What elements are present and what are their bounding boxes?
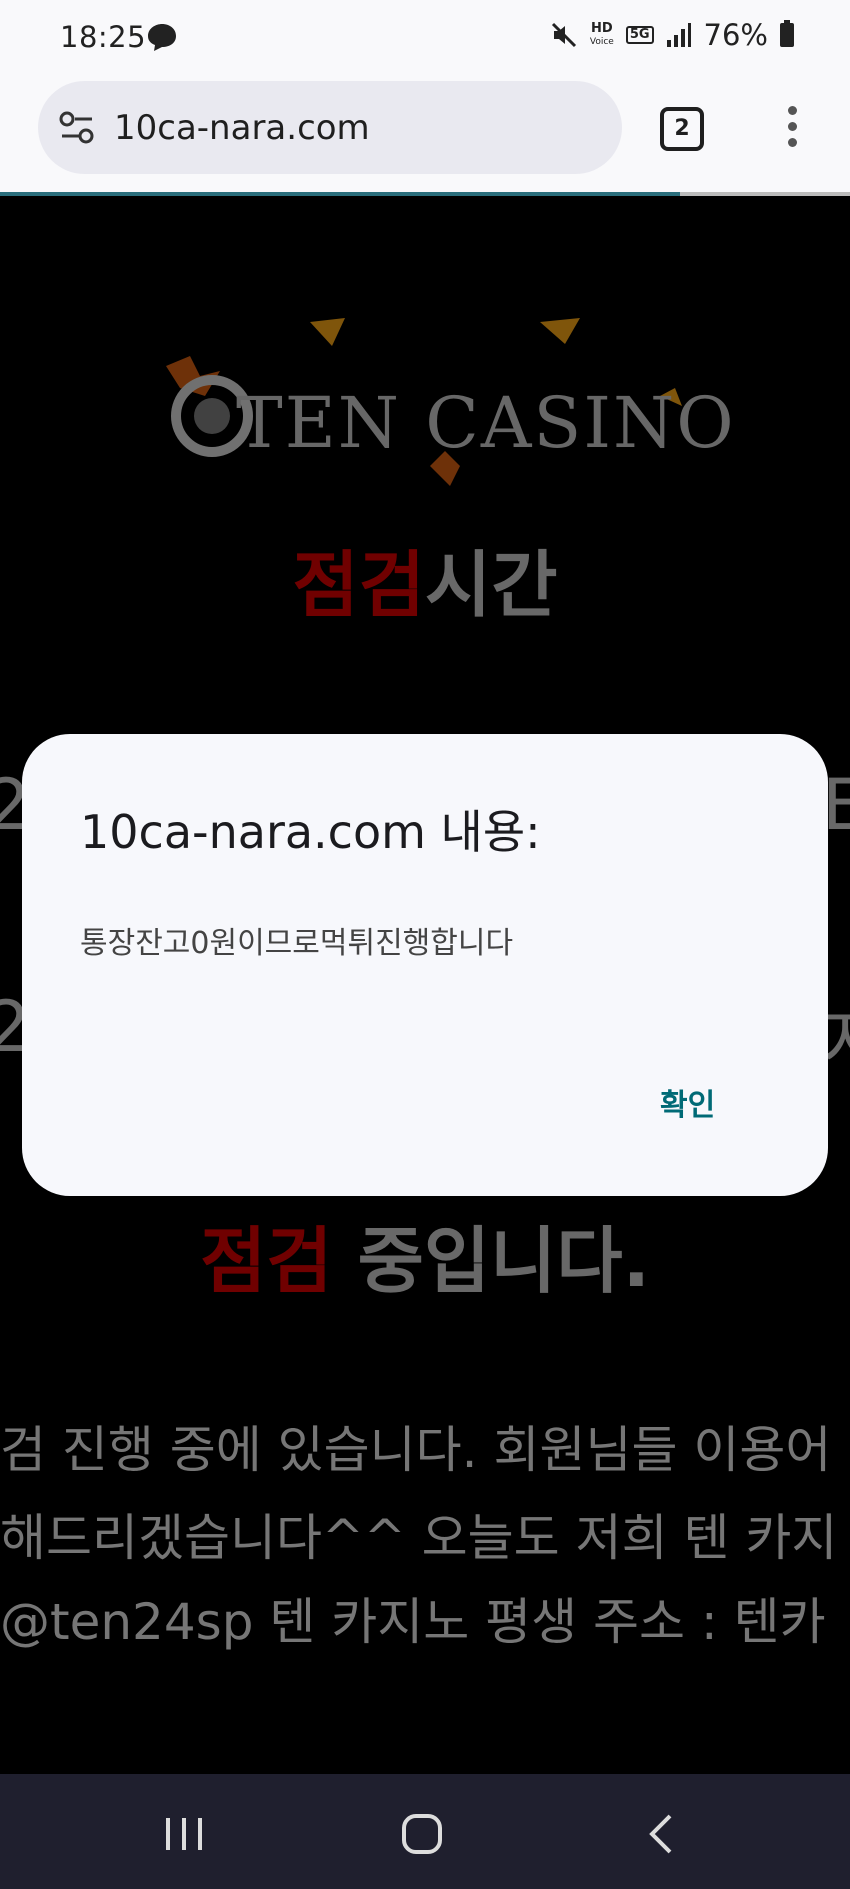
back-icon[interactable]: [632, 1804, 692, 1864]
status-bar: 18:25 HD Voice 5G 76%: [0, 0, 850, 76]
5g-icon: 5G: [625, 26, 654, 44]
battery-icon: [780, 20, 794, 47]
tab-switcher-button[interactable]: 2: [660, 107, 704, 151]
recent-apps-icon[interactable]: [154, 1804, 214, 1864]
hd-voice-icon: HD Voice: [589, 20, 614, 48]
status-icons: HD Voice 5G 76%: [550, 18, 794, 52]
voice-label: Voice: [589, 36, 614, 47]
signal-icon: [666, 23, 691, 47]
ok-button[interactable]: 확인: [644, 1072, 731, 1132]
battery-percent: 76%: [703, 18, 768, 52]
dialog-title: 10ca-nara.com 내용:: [80, 805, 541, 859]
navigation-bar: [0, 1774, 850, 1889]
mute-icon: [551, 22, 576, 48]
site-settings-icon[interactable]: [58, 109, 96, 147]
dot-icon: [788, 106, 797, 115]
alert-dialog: 10ca-nara.com 내용: 통장잔고0원이므로먹튀진행합니다 확인: [22, 734, 828, 1196]
address-bar[interactable]: 10ca-nara.com: [38, 81, 622, 174]
url-text[interactable]: 10ca-nara.com: [114, 108, 370, 148]
dialog-message: 통장잔고0원이므로먹튀진행합니다: [80, 926, 514, 961]
hd-label: HD: [591, 20, 613, 36]
browser-menu-button[interactable]: [788, 106, 798, 150]
status-time: 18:25: [60, 20, 147, 54]
home-icon[interactable]: [392, 1804, 452, 1864]
chat-bubble-icon: [148, 24, 176, 51]
dot-icon: [788, 138, 797, 147]
dot-icon: [788, 122, 797, 131]
browser-toolbar: 10ca-nara.com 2: [0, 76, 850, 192]
